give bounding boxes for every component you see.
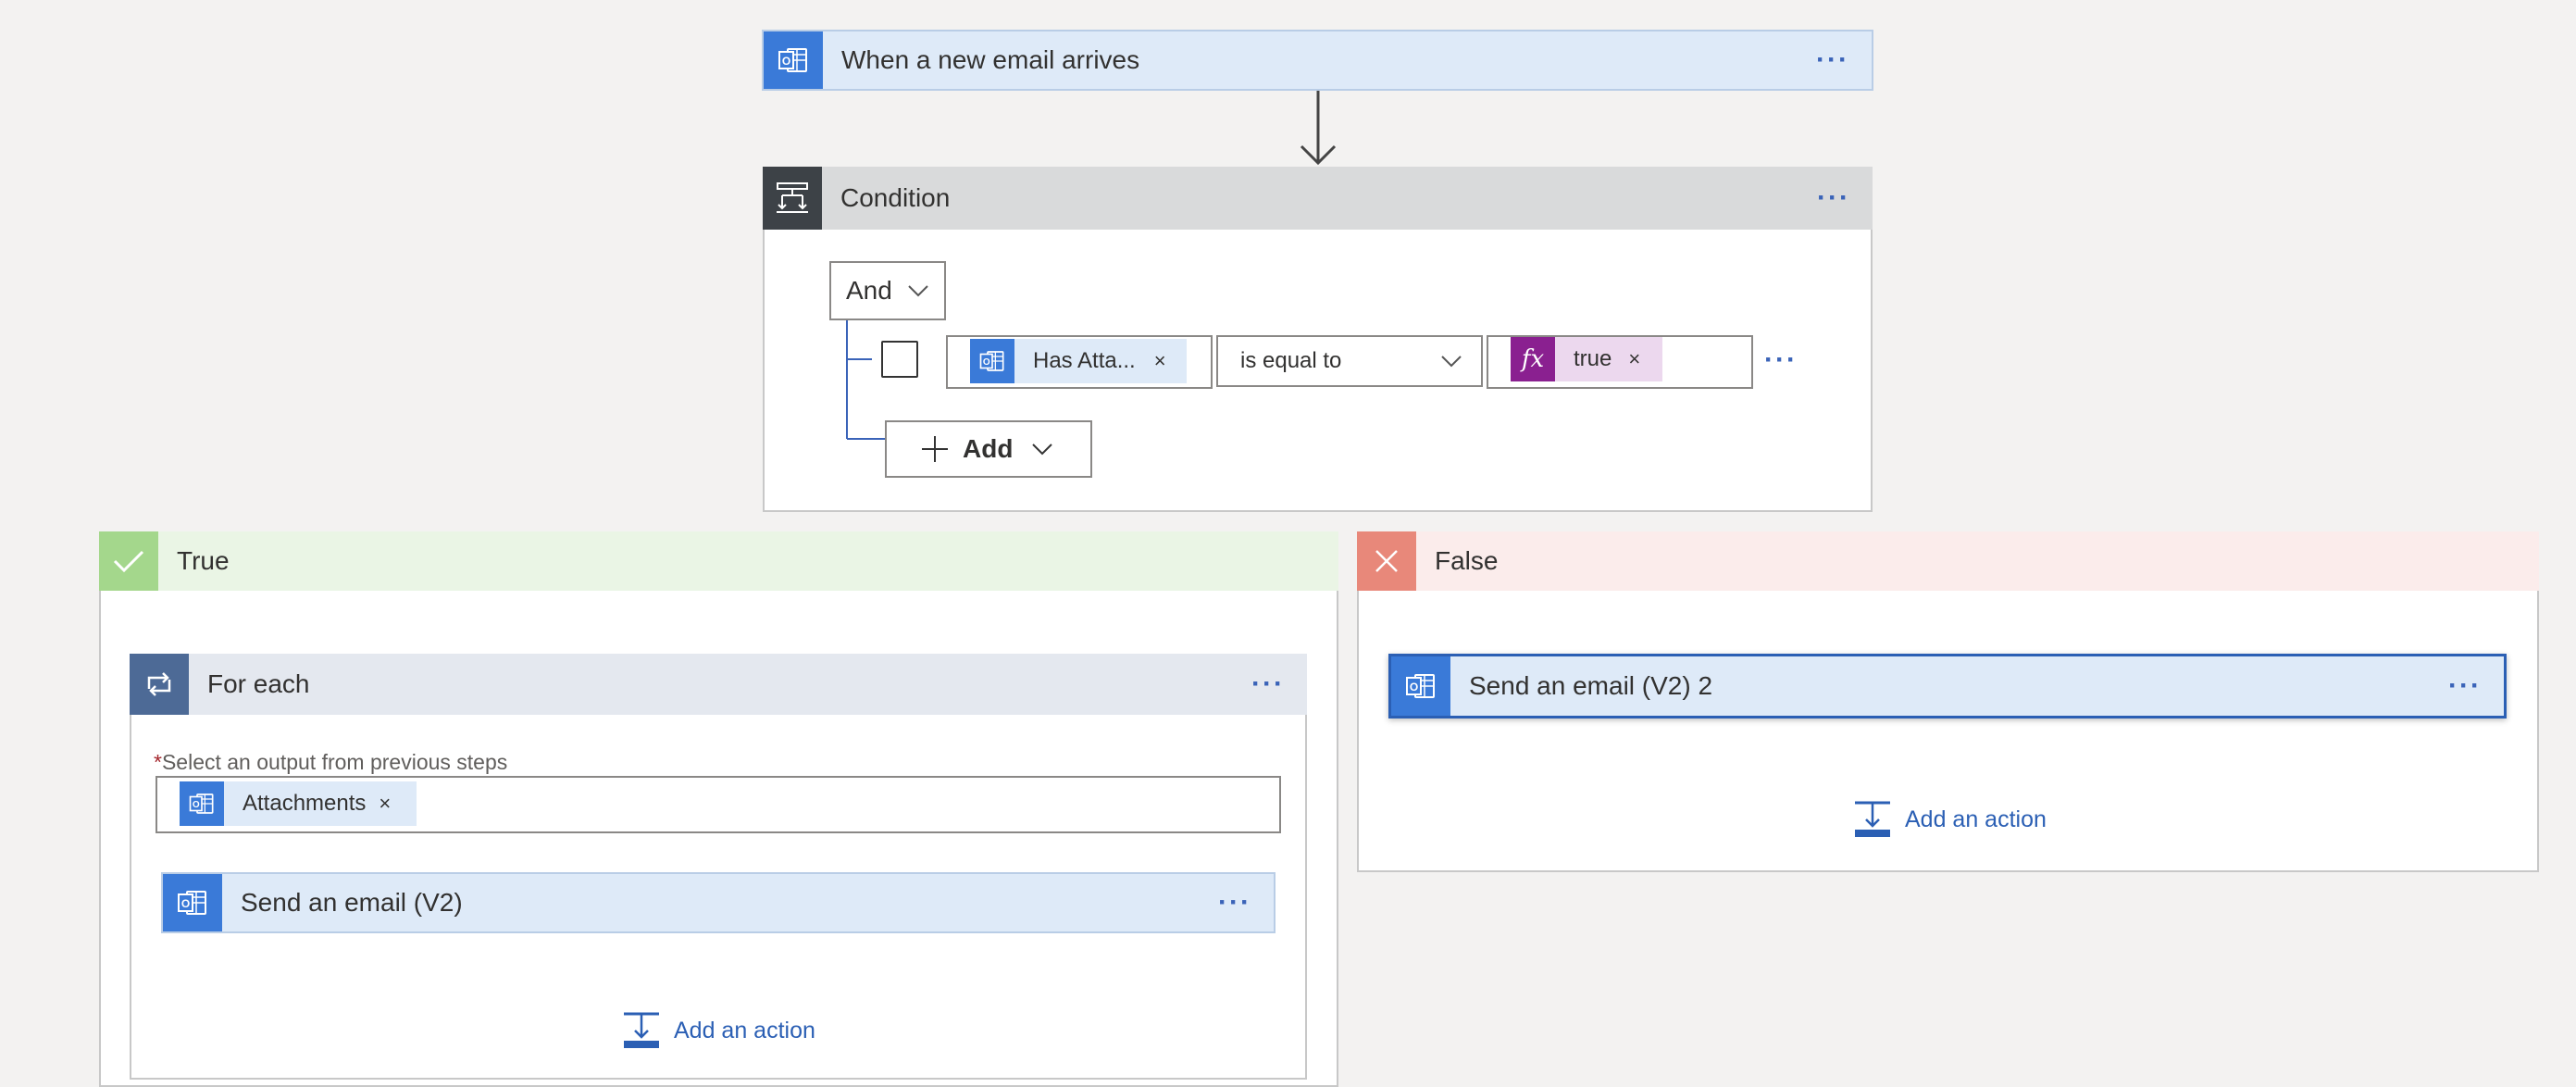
add-action-icon (1855, 801, 1890, 837)
outlook-icon: O (764, 31, 823, 89)
true-branch-header[interactable]: True (99, 531, 1338, 591)
condition-row-more-button[interactable]: ··· (1764, 346, 1798, 374)
remove-token-button[interactable]: × (379, 792, 391, 816)
attachments-token: O Attachments × (180, 781, 417, 826)
foreach-more-button[interactable]: ··· (1251, 670, 1285, 698)
group-operator-dropdown[interactable]: And (829, 261, 946, 320)
add-action-icon (624, 1012, 659, 1048)
loop-icon (130, 654, 189, 715)
condition-title: Condition (840, 183, 951, 212)
remove-token-button[interactable]: × (1628, 347, 1640, 371)
outlook-icon: O (163, 874, 222, 931)
outlook-icon: O (970, 339, 1014, 383)
send-email-2-action-card[interactable]: O Send an email (V2) 2 ··· (1388, 654, 2507, 718)
false-branch-header[interactable]: False (1357, 531, 2539, 591)
fx-icon: fx (1511, 337, 1555, 381)
add-action-link-false[interactable]: Add an action (1853, 800, 2047, 839)
add-action-label: Add an action (1905, 806, 2047, 832)
chevron-down-icon (1032, 444, 1053, 456)
send-email-action-card[interactable]: O Send an email (V2) ··· (161, 872, 1276, 933)
add-label: Add (963, 434, 1014, 463)
chevron-down-icon (908, 285, 928, 297)
foreach-field-label: *Select an output from previous steps (154, 750, 508, 774)
svg-text:O: O (782, 55, 790, 68)
add-action-label: Add an action (674, 1017, 815, 1043)
required-mark: * (154, 750, 162, 774)
true-branch-label: True (177, 546, 230, 575)
condition-row-checkbox[interactable] (881, 341, 918, 378)
group-operator-label: And (846, 276, 892, 305)
has-attachments-label: Has Atta... (1033, 348, 1136, 373)
trigger-more-button[interactable]: ··· (1816, 46, 1849, 74)
add-condition-button[interactable]: Add (885, 420, 1092, 478)
condition-operator-dropdown[interactable]: is equal to (1216, 335, 1483, 387)
attachments-label: Attachments (243, 791, 367, 816)
outlook-icon: O (180, 781, 224, 826)
svg-text:O: O (1410, 681, 1418, 693)
true-expression-token: fx true × (1511, 337, 1662, 381)
send-email-2-more-button[interactable]: ··· (2448, 672, 2482, 700)
trigger-card[interactable]: O When a new email arrives ··· (762, 30, 1873, 91)
condition-more-button[interactable]: ··· (1817, 184, 1850, 212)
add-action-link-true[interactable]: Add an action (622, 1011, 815, 1050)
svg-text:O: O (181, 897, 190, 910)
send-email-title: Send an email (V2) (241, 888, 463, 917)
svg-text:O: O (983, 357, 990, 368)
send-email-2-title: Send an email (V2) 2 (1469, 671, 1713, 700)
outlook-icon: O (1391, 656, 1450, 716)
condition-header[interactable]: Condition ··· (763, 167, 1873, 230)
plus-icon (922, 436, 948, 462)
flow-arrow (1300, 91, 1337, 166)
condition-icon (763, 167, 822, 230)
remove-token-button[interactable]: × (1154, 349, 1166, 373)
false-branch-label: False (1435, 546, 1499, 575)
has-attachments-token: O Has Atta... × (970, 339, 1187, 383)
trigger-title: When a new email arrives (841, 45, 1140, 74)
true-expression-label: true (1574, 346, 1612, 371)
operator-label: is equal to (1240, 348, 1342, 373)
svg-text:O: O (193, 800, 200, 810)
chevron-down-icon (1441, 356, 1462, 368)
check-icon (99, 531, 158, 591)
close-icon (1357, 531, 1416, 591)
foreach-header[interactable]: For each ··· (130, 654, 1307, 715)
foreach-title: For each (207, 669, 310, 698)
send-email-more-button[interactable]: ··· (1218, 889, 1251, 917)
